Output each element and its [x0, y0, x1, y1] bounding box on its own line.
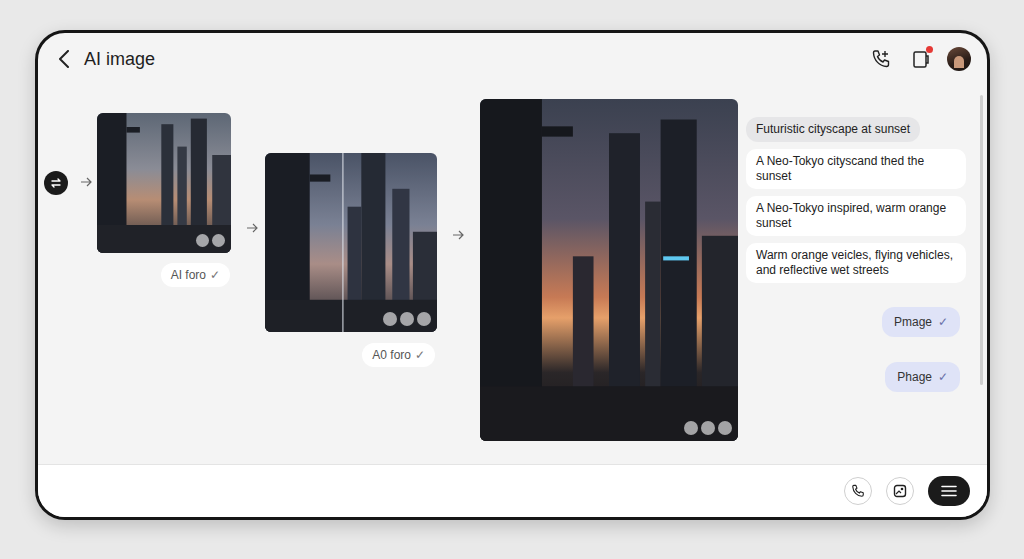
reply-text: Phage [897, 368, 932, 386]
swap-icon[interactable] [44, 171, 68, 195]
more-icon[interactable] [417, 312, 431, 326]
arrow-icon [452, 230, 464, 240]
prompt-bubble: A Neo-Tokyo inspired, warm orange sunset [746, 196, 966, 236]
page-title: AI image [84, 46, 155, 73]
generated-image[interactable] [97, 113, 231, 253]
image-label: A0 foro✓ [362, 343, 435, 367]
menu-icon[interactable] [928, 476, 970, 506]
reply-bubble: Pmage ✓ [882, 307, 960, 337]
reply-text: Pmage [894, 313, 932, 331]
top-bar: AI image [38, 33, 987, 85]
read-mark: ✓ [938, 368, 948, 386]
prompt-bubble: A Neo-Tokyo cityscand thed the sunset [746, 149, 966, 189]
add-call-icon[interactable] [871, 49, 891, 69]
camera-icon[interactable] [684, 421, 698, 435]
arrow-icon [246, 223, 258, 233]
more-icon[interactable] [212, 234, 225, 247]
back-icon[interactable] [58, 50, 70, 68]
edit-icon[interactable] [701, 421, 715, 435]
edit-icon[interactable] [196, 234, 209, 247]
phone-icon[interactable] [844, 477, 872, 505]
reply-bubble: Phage ✓ [885, 362, 960, 392]
scrollbar[interactable] [980, 95, 983, 385]
prompt-bubble: Warm orange veicles, flying vehicles, an… [746, 243, 966, 283]
edit-icon[interactable] [400, 312, 414, 326]
generated-image[interactable] [480, 99, 738, 441]
avatar-icon[interactable] [947, 47, 971, 71]
notification-badge [926, 46, 933, 53]
image-icon[interactable] [886, 477, 914, 505]
content-area: AI foro✓ A0 foro✓ [38, 85, 987, 464]
camera-icon[interactable] [383, 312, 397, 326]
image-label: AI foro✓ [161, 263, 230, 287]
device-frame: AI image [35, 30, 990, 520]
read-mark: ✓ [938, 313, 948, 331]
arrow-icon [80, 177, 92, 187]
prompt-bubble: Futuristic cityscape at sunset [746, 117, 920, 142]
chat-panel: Futuristic cityscape at sunset A Neo-Toky… [746, 117, 966, 392]
more-icon[interactable] [718, 421, 732, 435]
bottom-bar [38, 464, 987, 517]
generated-image[interactable] [265, 153, 437, 332]
tablet-button[interactable] [911, 49, 931, 69]
